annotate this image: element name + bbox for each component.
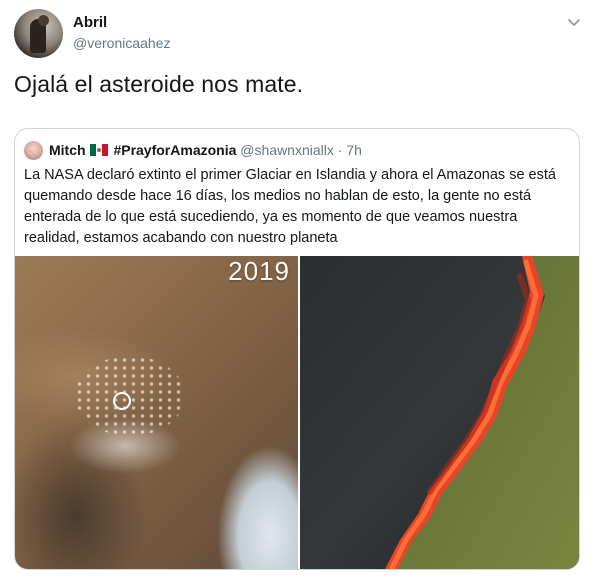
quoted-separator: · <box>337 142 343 158</box>
tweet: Abril @veronicaahez Ojalá el asteroide n… <box>0 0 596 584</box>
quoted-text: La NASA declaró extinto el primer Glacia… <box>24 167 556 246</box>
quoted-handle[interactable]: @shawnxniallx <box>240 142 334 158</box>
author-display-name[interactable]: Abril <box>73 14 107 31</box>
quoted-hashtag-name[interactable]: #PrayforAmazonia <box>113 142 236 158</box>
amazon-fire-image[interactable] <box>300 256 579 569</box>
fire-illustration <box>300 256 579 569</box>
tweet-text: Ojalá el asteroide nos mate. <box>14 71 304 97</box>
quoted-time[interactable]: 7h <box>346 142 362 158</box>
author-handle[interactable]: @veronicaahez <box>73 35 171 51</box>
glacier-ring-mark <box>113 392 131 410</box>
mexico-flag-icon <box>89 144 108 156</box>
avatar-figure-head <box>38 15 49 26</box>
image-year-label: 2019 <box>228 256 290 286</box>
quoted-header: Mitch #PrayforAmazonia @shawnxniallx · 7… <box>49 141 362 159</box>
author-avatar[interactable] <box>14 9 63 58</box>
quoted-tweet[interactable]: Mitch #PrayforAmazonia @shawnxniallx · 7… <box>14 128 580 570</box>
glacier-image[interactable]: 2019 <box>15 256 298 569</box>
quoted-display-name[interactable]: Mitch <box>49 142 86 158</box>
quoted-avatar[interactable] <box>24 141 43 160</box>
chevron-down-icon[interactable] <box>566 14 582 30</box>
